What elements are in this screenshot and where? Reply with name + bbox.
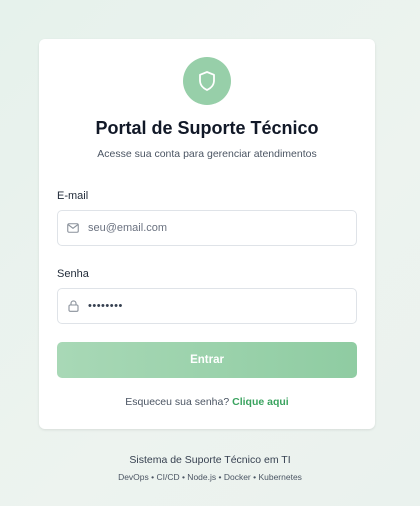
- email-field[interactable]: [57, 210, 357, 246]
- password-field[interactable]: ••••••••: [57, 288, 357, 324]
- mail-icon: [66, 221, 80, 235]
- password-label: Senha: [57, 268, 89, 280]
- footer-title: Sistema de Suporte Técnico em TI: [129, 454, 291, 466]
- lock-icon: [66, 299, 80, 313]
- logo-badge: [183, 57, 231, 105]
- login-card: Portal de Suporte Técnico Acesse sua con…: [39, 39, 375, 429]
- email-input[interactable]: [88, 222, 338, 234]
- footer-tags: DevOps • CI/CD • Node.js • Docker • Kube…: [118, 472, 302, 482]
- forgot-password: Esqueceu sua senha? Clique aqui: [39, 396, 375, 408]
- login-page: Portal de Suporte Técnico Acesse sua con…: [0, 0, 420, 506]
- forgot-password-link[interactable]: Clique aqui: [232, 396, 289, 408]
- password-input[interactable]: ••••••••: [88, 300, 123, 312]
- email-label: E-mail: [57, 190, 89, 202]
- forgot-password-text: Esqueceu sua senha?: [125, 396, 230, 408]
- shield-icon: [199, 71, 215, 91]
- login-button[interactable]: Entrar: [57, 342, 357, 378]
- page-title: Portal de Suporte Técnico: [95, 118, 319, 138]
- page-subtitle: Acesse sua conta para gerenciar atendime…: [97, 148, 317, 160]
